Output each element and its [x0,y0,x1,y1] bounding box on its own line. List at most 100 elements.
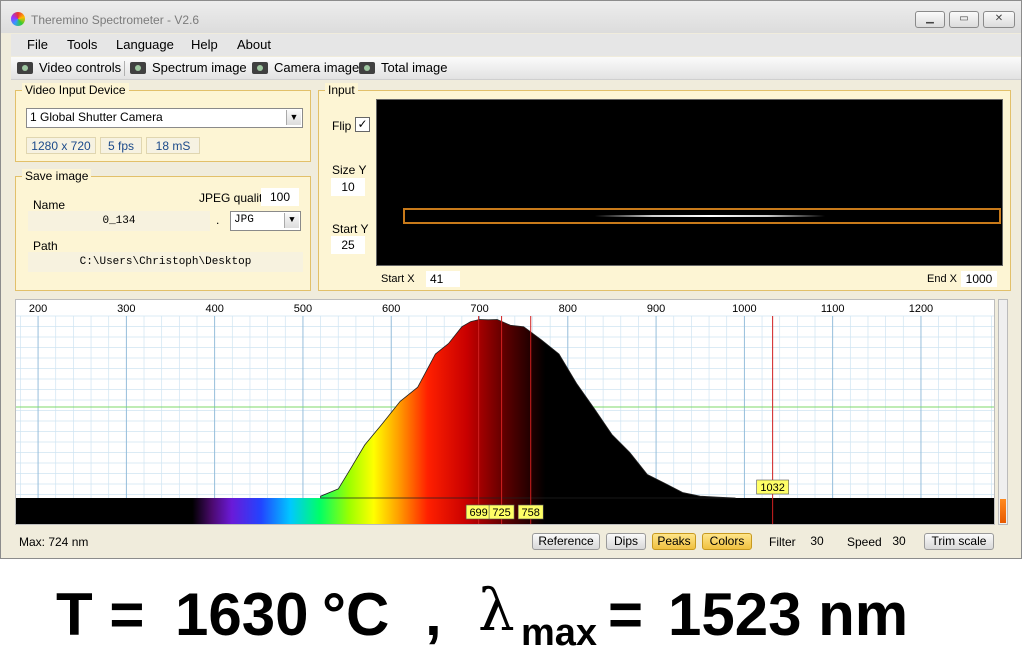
x-tick-label: 1200 [909,303,933,315]
status-bar: Max: 724 nm Reference Dips Peaks Colors … [11,530,1021,552]
peak-wavelength-value: 1523 nm [668,581,909,648]
video-device-select[interactable]: 1 Global Shutter Camera ▼ [26,108,303,128]
speed-label: Speed [847,535,882,549]
menu-about[interactable]: About [237,37,271,52]
reference-button[interactable]: Reference [532,533,600,550]
maximize-icon: ▭ [959,13,969,24]
temperature-value: 1630 [175,581,309,648]
caption-separator: , [425,581,442,648]
total-image-button[interactable]: Total image [359,60,447,75]
spectrum-graph[interactable]: 200 300 400 500 600 700 800 900 1000 1100 1200 699… [15,299,995,525]
path-input[interactable]: C:\Users\Christoph\Desktop [28,252,303,272]
spectrum-line [595,215,825,217]
spectrum-area-series [320,319,736,499]
dips-button[interactable]: Dips [606,533,646,550]
toolbar-separator [124,61,125,76]
video-controls-button[interactable]: Video controls [17,60,121,75]
peak-label: 758 [522,507,540,519]
x-tick-label: 500 [294,303,312,315]
format-value: JPG [234,214,254,226]
camera-preview[interactable] [376,99,1003,266]
camera-image-button[interactable]: Camera image [252,60,359,75]
trim-scale-button[interactable]: Trim scale [924,533,994,550]
video-input-legend: Video Input Device [22,83,129,97]
max-wavelength-text: Max: 724 nm [19,535,89,549]
x-tick-label: 800 [559,303,577,315]
x-tick-label: 700 [470,303,488,315]
minimize-icon: ▁ [926,13,934,24]
camera-icon [359,61,375,74]
resolution-display: 1280 x 720 [26,137,96,154]
peak-label: 725 [492,507,510,519]
flip-label: Flip [332,119,352,133]
spectrum-chart-svg: 200 300 400 500 600 700 800 900 1000 1100 1200 699… [16,303,994,524]
size-y-label: Size Y [332,163,367,177]
x-tick-label: 200 [29,303,47,315]
name-label: Name [33,198,66,212]
x-tick-label: 400 [205,303,223,315]
end-x-label: End X [927,273,957,285]
start-y-label: Start Y [332,222,369,236]
lambda-symbol: λ [478,576,515,644]
fps-display: 5 fps [100,137,142,154]
temperature-unit: °C [322,581,390,648]
peak-label: 1032 [760,482,784,494]
video-camera-icon [17,61,33,74]
roi-rectangle[interactable] [403,208,1001,224]
total-image-label: Total image [381,60,448,75]
end-x-input[interactable]: 1000 [961,271,997,287]
chevron-down-icon[interactable]: ▼ [284,213,299,228]
close-icon: ✕ [994,13,1004,24]
jpeg-quality-input[interactable]: 100 [261,188,299,206]
path-label: Path [33,239,58,253]
menu-file[interactable]: File [27,37,48,52]
peaks-toggle[interactable]: Peaks [652,533,696,550]
minimize-button[interactable]: ▁ [915,11,945,28]
jpeg-quality-label: JPEG quality [199,191,269,205]
exposure-display: 18 mS [146,137,200,154]
spectrum-image-button[interactable]: Spectrum image [130,60,247,75]
x-tick-label: 1100 [821,303,845,315]
app-icon [11,12,25,26]
colors-toggle[interactable]: Colors [702,533,752,550]
close-button[interactable]: ✕ [983,11,1015,28]
temperature-caption: T = 1630 °C , λ max = 1523 nm [0,562,1024,662]
equals-sign: = [608,581,644,648]
peak-label: 699 [469,507,487,519]
x-tick-label: 1000 [732,303,756,315]
filter-label: Filter [769,535,796,549]
extension-dot: . [216,213,220,227]
filename-input[interactable]: 0_134 [28,211,210,231]
x-tick-label: 300 [117,303,135,315]
camera-icon [130,61,146,74]
camera-icon [252,61,268,74]
speed-input[interactable]: 30 [885,533,913,549]
lambda-subscript: max [521,612,598,654]
x-axis-ticks: 200 300 400 500 600 700 800 900 1000 1100 1200 [29,303,933,315]
chevron-down-icon[interactable]: ▼ [286,110,301,125]
spectrum-image-label: Spectrum image [152,60,247,75]
temperature-label: T = [56,581,145,648]
window-title: Theremino Spectrometer - V2.6 [31,13,200,27]
format-select[interactable]: JPG ▼ [230,211,301,231]
menu-bar: File Tools Language Help About [11,34,1021,56]
x-tick-label: 600 [382,303,400,315]
flip-checkbox[interactable]: ✓ [355,117,370,132]
maximize-button[interactable]: ▭ [949,11,979,28]
filter-input[interactable]: 30 [803,533,831,549]
size-y-input[interactable]: 10 [331,178,365,196]
toolbar: Video controls Spectrum image Camera ima… [11,57,1021,80]
start-x-input[interactable]: 41 [426,271,460,287]
level-meter-fill [1000,499,1006,523]
video-controls-label: Video controls [39,60,122,75]
x-tick-label: 900 [647,303,665,315]
menu-tools[interactable]: Tools [67,37,97,52]
menu-language[interactable]: Language [116,37,174,52]
camera-image-label: Camera image [274,60,360,75]
app-window: Theremino Spectrometer - V2.6 ▁ ▭ ✕ File… [0,0,1022,559]
start-y-input[interactable]: 25 [331,236,365,254]
video-device-value: 1 Global Shutter Camera [30,110,163,124]
start-x-label: Start X [381,273,415,285]
title-bar[interactable]: Theremino Spectrometer - V2.6 ▁ ▭ ✕ [1,1,1021,33]
menu-help[interactable]: Help [191,37,218,52]
